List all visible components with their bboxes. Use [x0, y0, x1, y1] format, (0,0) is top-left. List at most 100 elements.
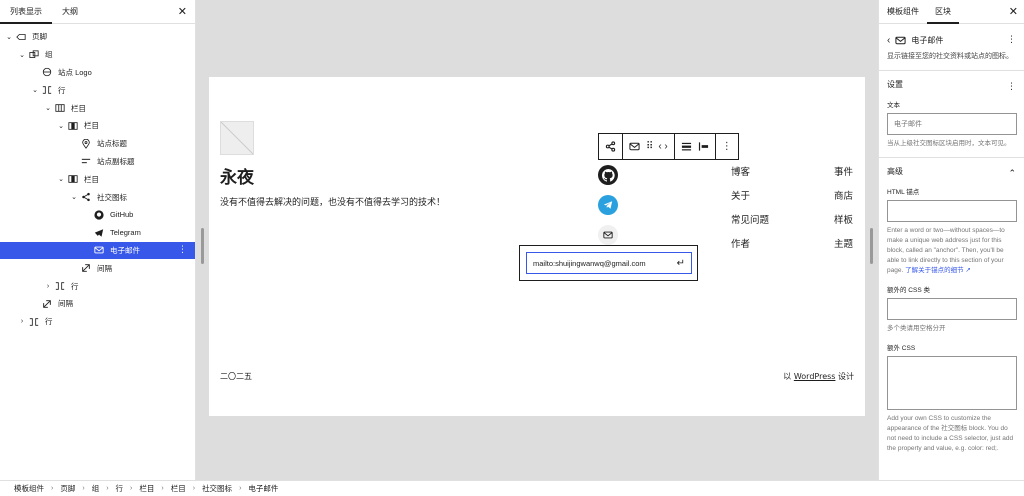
- nav-link[interactable]: 常见问题: [731, 213, 769, 237]
- list-view-item[interactable]: › 行: [0, 313, 195, 331]
- chevron-right-icon: ›: [239, 485, 242, 492]
- list-view-item[interactable]: ⌄ 栏目: [0, 99, 195, 117]
- nav-column-1: 博客 关于 常见问题 作者: [731, 165, 769, 261]
- list-view-item[interactable]: 间隔: [0, 259, 195, 277]
- telegram-icon[interactable]: [598, 195, 618, 215]
- chevron-down-icon[interactable]: ⌄: [4, 33, 14, 41]
- row-icon: [27, 316, 41, 328]
- mail-icon[interactable]: [629, 141, 640, 152]
- site-logo-icon: [40, 66, 54, 78]
- chevron-right-icon[interactable]: ›: [43, 283, 53, 290]
- social-icons: [598, 165, 620, 255]
- nav-link[interactable]: 作者: [731, 237, 769, 261]
- url-input[interactable]: mailto:shuijingwanwq@gmail.com ↵: [526, 252, 692, 274]
- column-icon: [66, 173, 80, 185]
- mail-icon[interactable]: [598, 225, 618, 245]
- drag-handle-icon[interactable]: ⠿: [646, 141, 653, 152]
- resize-handle-left[interactable]: [201, 228, 204, 264]
- advanced-title[interactable]: 高级: [887, 166, 1016, 178]
- chevron-down-icon[interactable]: ⌄: [43, 104, 53, 112]
- breadcrumb-item[interactable]: 模板组件: [14, 483, 44, 494]
- move-arrows-icon[interactable]: ‹ ›: [658, 141, 667, 152]
- chevron-down-icon[interactable]: ⌄: [56, 175, 66, 183]
- css-class-help: 多个类请用空格分开: [887, 325, 946, 332]
- chevron-up-icon[interactable]: ⌃: [1008, 168, 1016, 179]
- settings-section: 设置 ⋮ 文本 电子邮件 当从上级社交图标区块启用时，文本可见。: [879, 71, 1024, 158]
- nav-link[interactable]: 关于: [731, 189, 769, 213]
- nav-link[interactable]: 事件: [834, 165, 853, 189]
- site-logo-placeholder[interactable]: [220, 121, 254, 155]
- mail-glyph: [603, 231, 613, 239]
- list-view-item[interactable]: 站点 Logo: [0, 64, 195, 82]
- parent-selector-button[interactable]: [599, 134, 623, 159]
- breadcrumb-item[interactable]: 社交图标: [202, 483, 232, 494]
- block-options-kebab-icon[interactable]: ⋮: [1007, 34, 1016, 45]
- text-label: 文本: [887, 102, 900, 109]
- share-icon: [79, 191, 93, 203]
- credit-suffix: 设计: [835, 372, 854, 381]
- breadcrumb-item[interactable]: 页脚: [60, 483, 75, 494]
- list-view-item[interactable]: 站点标题: [0, 135, 195, 153]
- chevron-down-icon[interactable]: ⌄: [56, 122, 66, 130]
- wordpress-link[interactable]: WordPress: [794, 372, 836, 381]
- submit-return-icon[interactable]: ↵: [677, 258, 685, 269]
- tab-template-part[interactable]: 模板组件: [879, 0, 927, 24]
- chevron-down-icon[interactable]: ⌄: [17, 51, 27, 59]
- site-title[interactable]: 永夜: [220, 163, 254, 188]
- nav-link[interactable]: 商店: [834, 189, 853, 213]
- align-left-icon[interactable]: [698, 141, 709, 152]
- close-icon[interactable]: ✕: [178, 5, 187, 19]
- chevron-right-icon: ›: [106, 485, 109, 492]
- group-icon: [27, 49, 41, 61]
- mail-icon: [92, 244, 106, 256]
- tab-block[interactable]: 区块: [927, 0, 959, 24]
- site-tagline[interactable]: 没有不值得去解决的问题，也没有不值得去学习的技术！: [220, 195, 445, 208]
- telegram-glyph: [603, 201, 613, 209]
- list-view-item[interactable]: GitHub: [0, 206, 195, 224]
- chevron-right-icon[interactable]: ›: [17, 318, 27, 325]
- anchor-learn-more-link[interactable]: 了解关于锚点的细节 ↗: [905, 267, 971, 274]
- telegram-icon: [92, 227, 106, 239]
- breadcrumb-item[interactable]: 组: [92, 483, 100, 494]
- chevron-right-icon: ›: [130, 485, 133, 492]
- css-textarea[interactable]: [887, 356, 1017, 410]
- resize-handle-right[interactable]: [870, 228, 873, 264]
- list-view-item[interactable]: 间隔: [0, 295, 195, 313]
- list-view-item[interactable]: › 行: [0, 277, 195, 295]
- nav-link[interactable]: 主题: [834, 237, 853, 261]
- css-class-field[interactable]: [887, 298, 1017, 320]
- list-view-item[interactable]: 电子邮件 ⋮: [0, 241, 195, 260]
- list-view-item[interactable]: ⌄ 行: [0, 81, 195, 99]
- settings-options-kebab-icon[interactable]: ⋮: [1007, 81, 1016, 92]
- list-view-item[interactable]: ⌄ 栏目: [0, 117, 195, 135]
- nav-link[interactable]: 博客: [731, 165, 769, 189]
- anchor-field[interactable]: [887, 200, 1017, 222]
- github-icon[interactable]: [598, 165, 618, 185]
- breadcrumb-item[interactable]: 栏目: [171, 483, 186, 494]
- list-view-item[interactable]: ⌄ 组: [0, 46, 195, 64]
- footer-year[interactable]: 二〇二五: [220, 371, 252, 382]
- chevron-down-icon[interactable]: ⌄: [69, 193, 79, 201]
- breadcrumb-item[interactable]: 行: [116, 483, 124, 494]
- list-view-item[interactable]: Telegram: [0, 224, 195, 242]
- breadcrumb-item[interactable]: 栏目: [139, 483, 154, 494]
- text-placeholder: 电子邮件: [894, 121, 922, 128]
- close-icon[interactable]: ✕: [1009, 5, 1018, 18]
- tab-list-view[interactable]: 列表显示: [0, 0, 52, 24]
- list-view-item-label: 行: [71, 281, 79, 291]
- more-options-button[interactable]: ⋮: [716, 134, 738, 159]
- nav-link[interactable]: 样板: [834, 213, 853, 237]
- list-view-item[interactable]: ⌄ 栏目: [0, 170, 195, 188]
- list-view-item[interactable]: ⌄ 社交图标: [0, 188, 195, 206]
- back-chevron-icon[interactable]: ‹: [887, 35, 890, 46]
- list-view-item[interactable]: 站点副标题: [0, 153, 195, 171]
- breadcrumb-item[interactable]: 电子邮件: [248, 483, 278, 494]
- list-view-item[interactable]: ⌄ 页脚: [0, 28, 195, 46]
- item-options-kebab-icon[interactable]: ⋮: [178, 244, 187, 255]
- block-card-header: ‹ 电子邮件: [887, 32, 1016, 48]
- tab-outline[interactable]: 大纲: [52, 0, 88, 24]
- link-url-popover: mailto:shuijingwanwq@gmail.com ↵: [519, 245, 698, 281]
- chevron-down-icon[interactable]: ⌄: [30, 86, 40, 94]
- text-field[interactable]: 电子邮件: [887, 113, 1017, 135]
- justify-icon[interactable]: [681, 141, 692, 152]
